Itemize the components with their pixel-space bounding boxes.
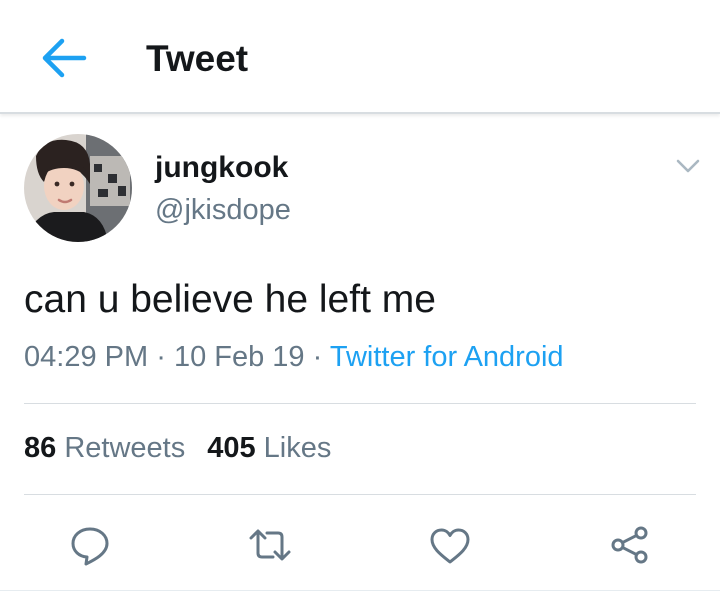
avatar[interactable] bbox=[24, 134, 132, 242]
tweet-time: 04:29 PM bbox=[24, 341, 149, 373]
arrow-left-icon bbox=[42, 38, 87, 78]
chevron-down-icon bbox=[676, 159, 700, 173]
divider bbox=[24, 494, 696, 495]
tweet-options-button[interactable] bbox=[672, 150, 704, 180]
profile-photo bbox=[24, 134, 132, 242]
top-app-bar: Tweet bbox=[0, 0, 720, 114]
retweets-stat[interactable]: 86 Retweets bbox=[24, 432, 185, 464]
page-title: Tweet bbox=[146, 38, 249, 79]
divider bbox=[24, 403, 696, 404]
tweet-actions-bar bbox=[0, 515, 720, 571]
tweet-stats: 86 Retweets 405 Likes bbox=[24, 432, 331, 465]
meta-separator: · bbox=[156, 341, 166, 373]
share-icon bbox=[611, 526, 648, 564]
likes-stat[interactable]: 405 Likes bbox=[207, 432, 331, 464]
share-button[interactable] bbox=[608, 523, 652, 567]
retweet-icon bbox=[249, 529, 291, 561]
meta-separator: · bbox=[312, 341, 323, 373]
tweet-text: can u believe he left me bbox=[24, 278, 436, 321]
retweet-button[interactable] bbox=[248, 523, 292, 567]
like-button[interactable] bbox=[428, 523, 472, 567]
tweet-date: 10 Feb 19 bbox=[173, 341, 305, 373]
likes-label: Likes bbox=[263, 432, 332, 464]
back-button[interactable] bbox=[40, 36, 88, 80]
heart-icon bbox=[430, 528, 470, 564]
tweet-meta: 04:29 PM · 10 Feb 19 · Twitter for Andro… bbox=[24, 341, 564, 374]
bottom-divider bbox=[0, 590, 720, 591]
likes-count: 405 bbox=[207, 432, 256, 464]
tweet-source-link[interactable]: Twitter for Android bbox=[330, 341, 564, 373]
retweets-count: 86 bbox=[24, 432, 57, 464]
reply-icon bbox=[71, 527, 109, 566]
reply-button[interactable] bbox=[68, 523, 112, 567]
author-name[interactable]: jungkook bbox=[155, 151, 288, 185]
retweets-label: Retweets bbox=[64, 432, 186, 464]
author-handle[interactable]: @jkisdope bbox=[155, 194, 291, 227]
